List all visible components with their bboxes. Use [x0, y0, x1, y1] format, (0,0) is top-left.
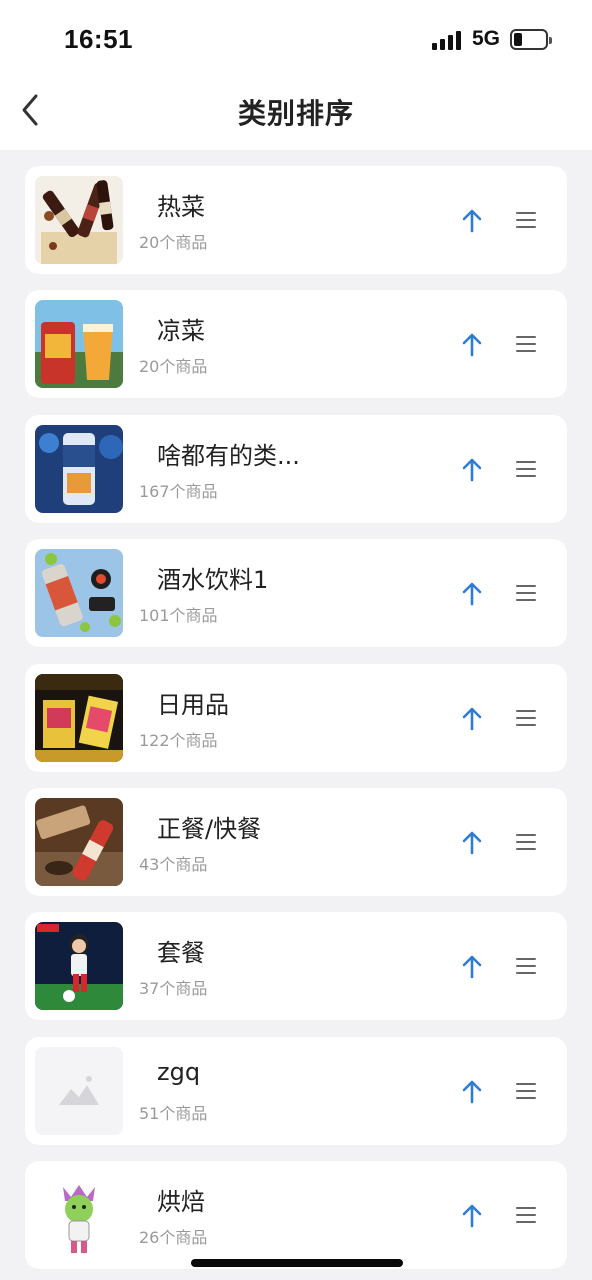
- drag-handle[interactable]: [514, 208, 538, 232]
- drag-handle-icon: [516, 336, 536, 353]
- arrow-up-icon: [462, 582, 482, 606]
- arrow-up-icon: [462, 956, 482, 979]
- category-card[interactable]: 啥都有的类... 167个商品: [25, 414, 567, 523]
- move-up-button[interactable]: [457, 828, 487, 858]
- category-card[interactable]: 烘焙 26个商品: [25, 1161, 567, 1270]
- move-up-button[interactable]: [457, 206, 487, 236]
- drag-handle[interactable]: [514, 581, 538, 605]
- category-item-count: 101个商品: [139, 606, 218, 626]
- drag-handle[interactable]: [514, 954, 538, 978]
- category-thumbnail: [35, 797, 123, 886]
- category-name: 日用品: [157, 690, 229, 719]
- move-up-button[interactable]: [457, 1077, 487, 1107]
- drag-handle[interactable]: [514, 706, 538, 730]
- category-card[interactable]: zgq 51个商品: [25, 1036, 567, 1145]
- category-card[interactable]: 热菜 20个商品: [25, 166, 567, 274]
- drag-handle-icon: [516, 585, 536, 602]
- category-item-count: 122个商品: [139, 730, 218, 750]
- battery-icon: [510, 29, 552, 50]
- category-name: 酒水饮料1: [157, 566, 269, 595]
- category-item-count: 167个商品: [139, 481, 218, 501]
- arrow-up-icon: [462, 707, 482, 730]
- drag-handle[interactable]: [514, 1079, 538, 1103]
- category-card[interactable]: 凉菜 20个商品: [25, 290, 567, 399]
- category-card[interactable]: 套餐 37个商品: [25, 912, 567, 1021]
- arrow-up-icon: [462, 334, 482, 357]
- drag-handle-icon: [516, 1082, 536, 1099]
- drag-handle-icon: [516, 709, 536, 726]
- category-item-count: 20个商品: [139, 233, 208, 252]
- category-thumbnail: [35, 1171, 123, 1260]
- arrow-up-icon: [462, 831, 482, 855]
- move-up-button[interactable]: [457, 579, 487, 609]
- category-list: 热菜 20个商品 凉菜 20个商品 啥都有的类... 167个商品 酒水饮料1 …: [25, 166, 567, 1280]
- category-thumbnail: [35, 1046, 123, 1135]
- drag-handle-icon: [516, 1207, 536, 1224]
- category-card[interactable]: 正餐/快餐 43个商品: [25, 787, 567, 896]
- page-title: 类别排序: [237, 97, 354, 130]
- category-thumbnail: [35, 673, 123, 762]
- arrow-up-icon: [462, 1204, 482, 1228]
- category-thumbnail: [35, 300, 123, 389]
- move-up-button[interactable]: [457, 1201, 487, 1231]
- move-up-button[interactable]: [457, 704, 487, 734]
- drag-handle[interactable]: [514, 830, 538, 854]
- network-type: 5G: [472, 27, 501, 50]
- category-item-count: 43个商品: [139, 854, 208, 874]
- battery-level-fill: [514, 33, 522, 46]
- category-name: 热菜: [157, 193, 205, 221]
- signal-strength-icon: [432, 30, 464, 50]
- status-bar: 16:51 5G: [0, 0, 592, 80]
- category-thumbnail: [35, 922, 123, 1011]
- drag-handle[interactable]: [514, 1203, 538, 1227]
- arrow-up-icon: [462, 209, 482, 233]
- category-name: 啥都有的类...: [157, 441, 300, 470]
- home-indicator: [191, 1259, 403, 1267]
- move-up-button[interactable]: [457, 330, 487, 360]
- drag-handle-icon: [516, 460, 536, 477]
- arrow-up-icon: [462, 1080, 482, 1104]
- category-thumbnail: [35, 424, 123, 513]
- drag-handle-icon: [516, 958, 536, 975]
- category-item-count: 37个商品: [139, 979, 208, 999]
- category-name: 凉菜: [157, 317, 205, 346]
- category-thumbnail: [35, 176, 123, 264]
- move-up-button[interactable]: [457, 952, 487, 982]
- category-card[interactable]: 酒水饮料1 101个商品: [25, 539, 567, 648]
- move-up-button[interactable]: [457, 455, 487, 485]
- category-item-count: 20个商品: [139, 357, 208, 377]
- status-time: 16:51: [64, 24, 133, 54]
- category-name: 套餐: [157, 939, 205, 968]
- image-placeholder-icon: [35, 1046, 123, 1135]
- category-item-count: 26个商品: [139, 1228, 208, 1248]
- drag-handle-icon: [516, 212, 536, 228]
- top-bar: 16:51 5G 类别排序: [0, 0, 592, 150]
- category-thumbnail: [35, 549, 123, 638]
- drag-handle[interactable]: [514, 457, 538, 481]
- drag-handle-icon: [516, 833, 536, 850]
- category-card[interactable]: 日用品 122个商品: [25, 663, 567, 772]
- category-item-count: 51个商品: [139, 1103, 208, 1123]
- arrow-up-icon: [462, 458, 482, 482]
- drag-handle[interactable]: [514, 332, 538, 356]
- category-name: 正餐/快餐: [157, 814, 262, 843]
- category-name: zgq: [157, 1057, 201, 1086]
- category-name: 烘焙: [157, 1188, 205, 1217]
